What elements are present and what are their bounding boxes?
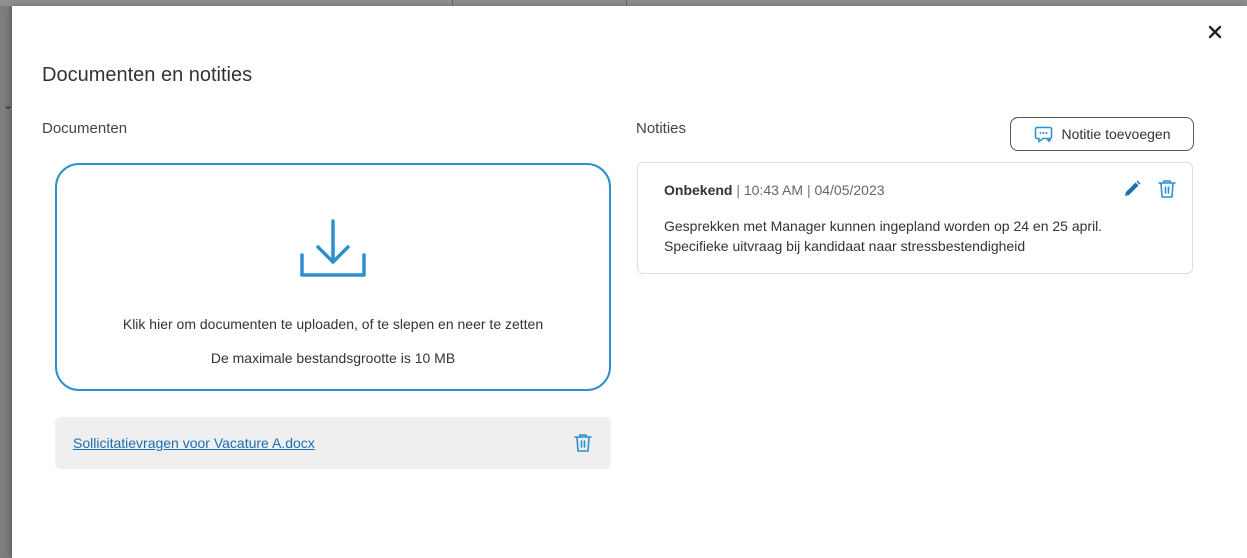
note-time: 10:43 AM <box>743 182 804 198</box>
document-list-item: Sollicitatievragen voor Vacature A.docx <box>55 417 611 469</box>
upload-dropzone[interactable]: Klik hier om documenten te uploaden, of … <box>55 163 611 391</box>
note-separator: | <box>806 182 811 198</box>
note-author: Onbekend <box>664 182 733 198</box>
add-note-button[interactable]: Notitie toevoegen <box>1010 117 1194 151</box>
documents-heading: Documenten <box>42 120 128 137</box>
documents-notes-modal: Documenten en notities Documenten Notiti… <box>12 6 1247 558</box>
dropzone-size-limit: De maximale bestandsgrootte is 10 MB <box>210 350 456 366</box>
note-body: Gesprekken met Manager kunnen ingepland … <box>664 216 1164 256</box>
note-header: Onbekend | 10:43 AM | 04/05/2023 <box>664 182 885 198</box>
note-date: 04/05/2023 <box>814 182 885 198</box>
comment-plus-icon <box>1034 126 1052 143</box>
pencil-icon[interactable] <box>1122 179 1142 199</box>
trash-icon[interactable] <box>1157 178 1177 200</box>
notes-heading: Notities <box>636 120 687 137</box>
note-card: Onbekend | 10:43 AM | 04/05/2023 Gesprek… <box>637 162 1193 274</box>
close-button[interactable] <box>1203 20 1227 44</box>
dropzone-instruction: Klik hier om documenten te uploaden, of … <box>122 316 544 332</box>
trash-icon[interactable] <box>573 432 593 454</box>
note-body-line: Specifieke uitvraag bij kandidaat naar s… <box>664 238 1026 254</box>
modal-title: Documenten en notities <box>42 64 253 86</box>
note-separator: | <box>736 182 740 198</box>
download-icon <box>300 219 366 277</box>
document-link[interactable]: Sollicitatievragen voor Vacature A.docx <box>73 435 315 451</box>
add-note-label: Notitie toevoegen <box>1061 126 1171 142</box>
close-icon <box>1208 25 1222 39</box>
note-body-line: Gesprekken met Manager kunnen ingepland … <box>664 218 1103 234</box>
